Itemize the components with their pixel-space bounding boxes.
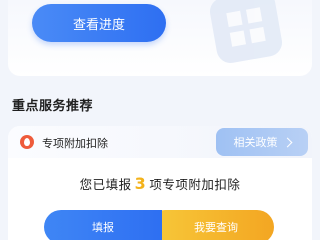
- service-card: 专项附加扣除 相关政策 您已填报 3 项专项附加扣除 我要查询 填报: [8, 126, 312, 240]
- fill-report-label: 填报: [92, 221, 114, 234]
- service-card-header: 专项附加扣除 相关政策: [8, 126, 312, 158]
- filed-prefix: 您已填报: [79, 177, 132, 192]
- filed-count: 3: [134, 174, 147, 193]
- query-button[interactable]: 我要查询: [148, 210, 274, 240]
- decorative-grid-icon: [207, 0, 285, 66]
- service-name: 专项附加扣除: [42, 137, 108, 150]
- chevron-right-icon: [282, 137, 292, 147]
- section-title: 重点服务推荐: [12, 99, 94, 114]
- filed-summary: 您已填报 3 项专项附加扣除: [8, 174, 312, 193]
- progress-card: 查看进度: [8, 0, 312, 76]
- filed-suffix: 项专项附加扣除: [149, 177, 241, 192]
- flame-icon: [20, 135, 34, 149]
- fill-report-button[interactable]: 填报: [44, 210, 162, 240]
- view-progress-button[interactable]: 查看进度: [32, 4, 166, 42]
- query-label: 我要查询: [194, 221, 238, 234]
- action-buttons: 我要查询 填报: [44, 210, 274, 240]
- view-progress-label: 查看进度: [72, 17, 125, 33]
- related-policy-label: 相关政策: [233, 136, 278, 149]
- related-policy-button[interactable]: 相关政策: [216, 128, 308, 156]
